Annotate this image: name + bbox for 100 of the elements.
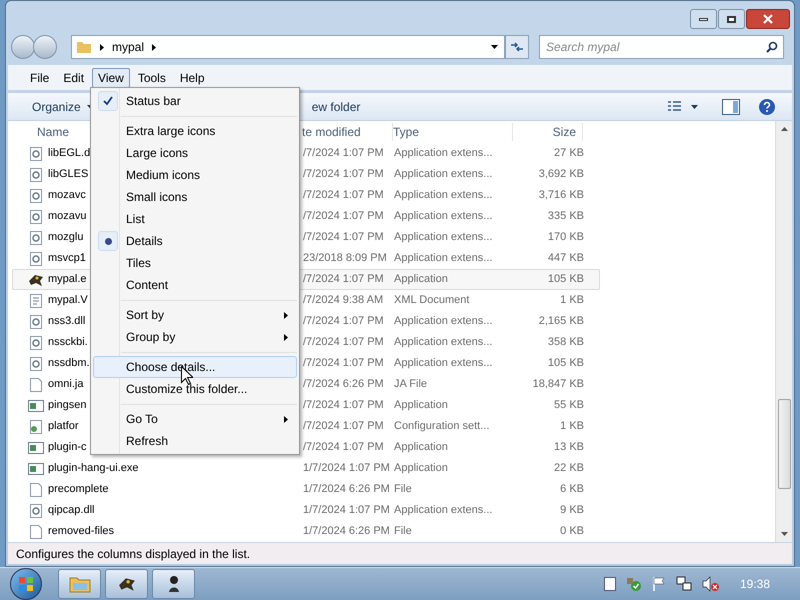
dropdown-arrow-icon[interactable] [491,45,498,49]
menu-item[interactable]: Status bar [93,90,297,112]
date-modified: /7/2024 1:07 PM [302,356,385,372]
menu-item[interactable]: Refresh [93,430,297,452]
submenu-arrow-icon [284,312,288,318]
date-modified: /7/2024 1:07 PM [302,335,385,350]
file-name: removed-files [48,524,114,540]
file-type: Application [394,398,449,414]
shield-check-icon[interactable] [626,576,642,592]
menu-item[interactable]: Tiles [93,252,297,274]
breadcrumb-arrow-icon [100,44,104,50]
file-name: nssckbi. [48,335,88,350]
date-modified: /7/2024 9:38 AM [302,293,384,308]
document-tray-icon[interactable] [604,577,616,591]
file-size: 358 KB [546,335,584,350]
new-folder-button[interactable]: ew folder [312,98,360,116]
menu-item[interactable]: Content [93,274,297,296]
view-options-icon[interactable] [668,100,698,112]
menu-bar-item[interactable]: View [92,68,130,88]
minimize-button[interactable] [690,9,717,29]
taskbar-button[interactable] [105,569,148,599]
file-type: Application extens... [394,209,494,224]
muted-speaker-icon[interactable] [702,576,720,592]
ring-file-icon [28,250,44,266]
file-size: 55 KB [553,398,584,414]
file-type: Application extens... [394,356,494,372]
menu-item[interactable]: Choose details... [93,356,297,378]
file-name: msvcp1 [48,251,86,266]
menu-bar-item[interactable]: Tools [132,68,172,88]
file-type: XML Document [394,293,470,308]
file-size: 3,692 KB [538,167,584,182]
file-name: plugin-hang-ui.exe [48,461,139,476]
status-text: Configures the columns displayed in the list. [15,546,250,562]
start-button[interactable] [10,568,42,600]
breadcrumb[interactable]: mypal [112,38,144,56]
date-modified: 1/7/2024 1:07 PM [302,503,391,518]
menu-item[interactable]: Customize this folder... [93,378,297,400]
menu-item[interactable]: Sort by [93,304,297,326]
network-icon[interactable] [676,576,692,592]
submenu-arrow-icon [284,334,288,340]
file-size: 22 KB [553,461,584,476]
menu-item[interactable]: List [93,208,297,230]
file-size: 13 KB [553,440,584,456]
search-field[interactable]: Search mypal [539,35,784,59]
ring-file-icon [28,502,44,518]
menu-bar-item[interactable]: File [24,68,56,88]
menu-item[interactable]: Details [93,230,297,252]
menu-item[interactable]: Medium icons [93,164,297,186]
file-size: 105 KB [546,356,584,372]
date-modified: /7/2024 1:07 PM [302,398,385,414]
file-size: 105 KB [546,272,584,288]
menu-item[interactable]: Group by [93,326,297,348]
scroll-up-icon[interactable] [780,127,788,131]
date-modified: /7/2024 1:07 PM [302,230,385,246]
menu-item[interactable]: Large icons [93,142,297,164]
folder-icon [68,575,90,593]
ring-file-icon [28,146,44,162]
file-type: File [394,524,413,540]
scroll-down-icon[interactable] [780,532,788,536]
file-type: File [394,482,413,498]
close-button[interactable] [746,9,790,29]
file-type: Application extens... [394,188,494,204]
date-modified: /7/2024 1:07 PM [302,440,385,456]
refresh-button[interactable] [505,35,529,59]
document-icon [28,292,44,308]
column-header[interactable]: Type [393,123,513,141]
ring-file-icon [28,208,44,224]
date-modified: /7/2024 1:07 PM [302,272,385,288]
ring-file-icon [28,230,44,246]
file-name: pingsen [48,398,87,414]
scroll-thumb[interactable] [778,399,790,489]
file-name: omni.ja [48,377,84,392]
file-size: 0 KB [559,524,584,540]
file-size: 447 KB [546,251,584,266]
file-name: mypal.e [48,272,87,288]
file-name: plugin-c [48,440,87,456]
blank-file-icon [28,524,44,540]
file-size: 27 KB [553,146,584,162]
menu-item[interactable]: Small icons [93,186,297,208]
scrollbar[interactable] [775,121,792,542]
taskbar-button[interactable] [152,569,195,599]
menu-bar-item[interactable]: Edit [57,68,90,88]
back-button[interactable] [11,35,35,59]
address-bar[interactable]: mypal [71,35,505,59]
submenu-arrow-icon [284,416,288,422]
date-modified: /7/2024 1:07 PM [302,419,385,434]
menu-item[interactable]: Go To [93,408,297,430]
date-modified: 1/7/2024 6:26 PM [302,524,391,540]
forward-button[interactable] [33,35,57,59]
file-size: 6 KB [559,482,584,498]
file-size: 170 KB [546,230,584,246]
flag-icon[interactable] [652,576,666,592]
menu-bar-item[interactable]: Help [174,68,211,88]
maximize-button[interactable] [718,9,745,29]
column-header[interactable]: Size [513,123,583,141]
file-name: mozglu [48,230,84,246]
ring-file-icon [28,188,44,204]
help-icon[interactable] [758,98,776,116]
windows-logo-icon [18,576,34,592]
file-name: libEGL.d [48,146,90,162]
